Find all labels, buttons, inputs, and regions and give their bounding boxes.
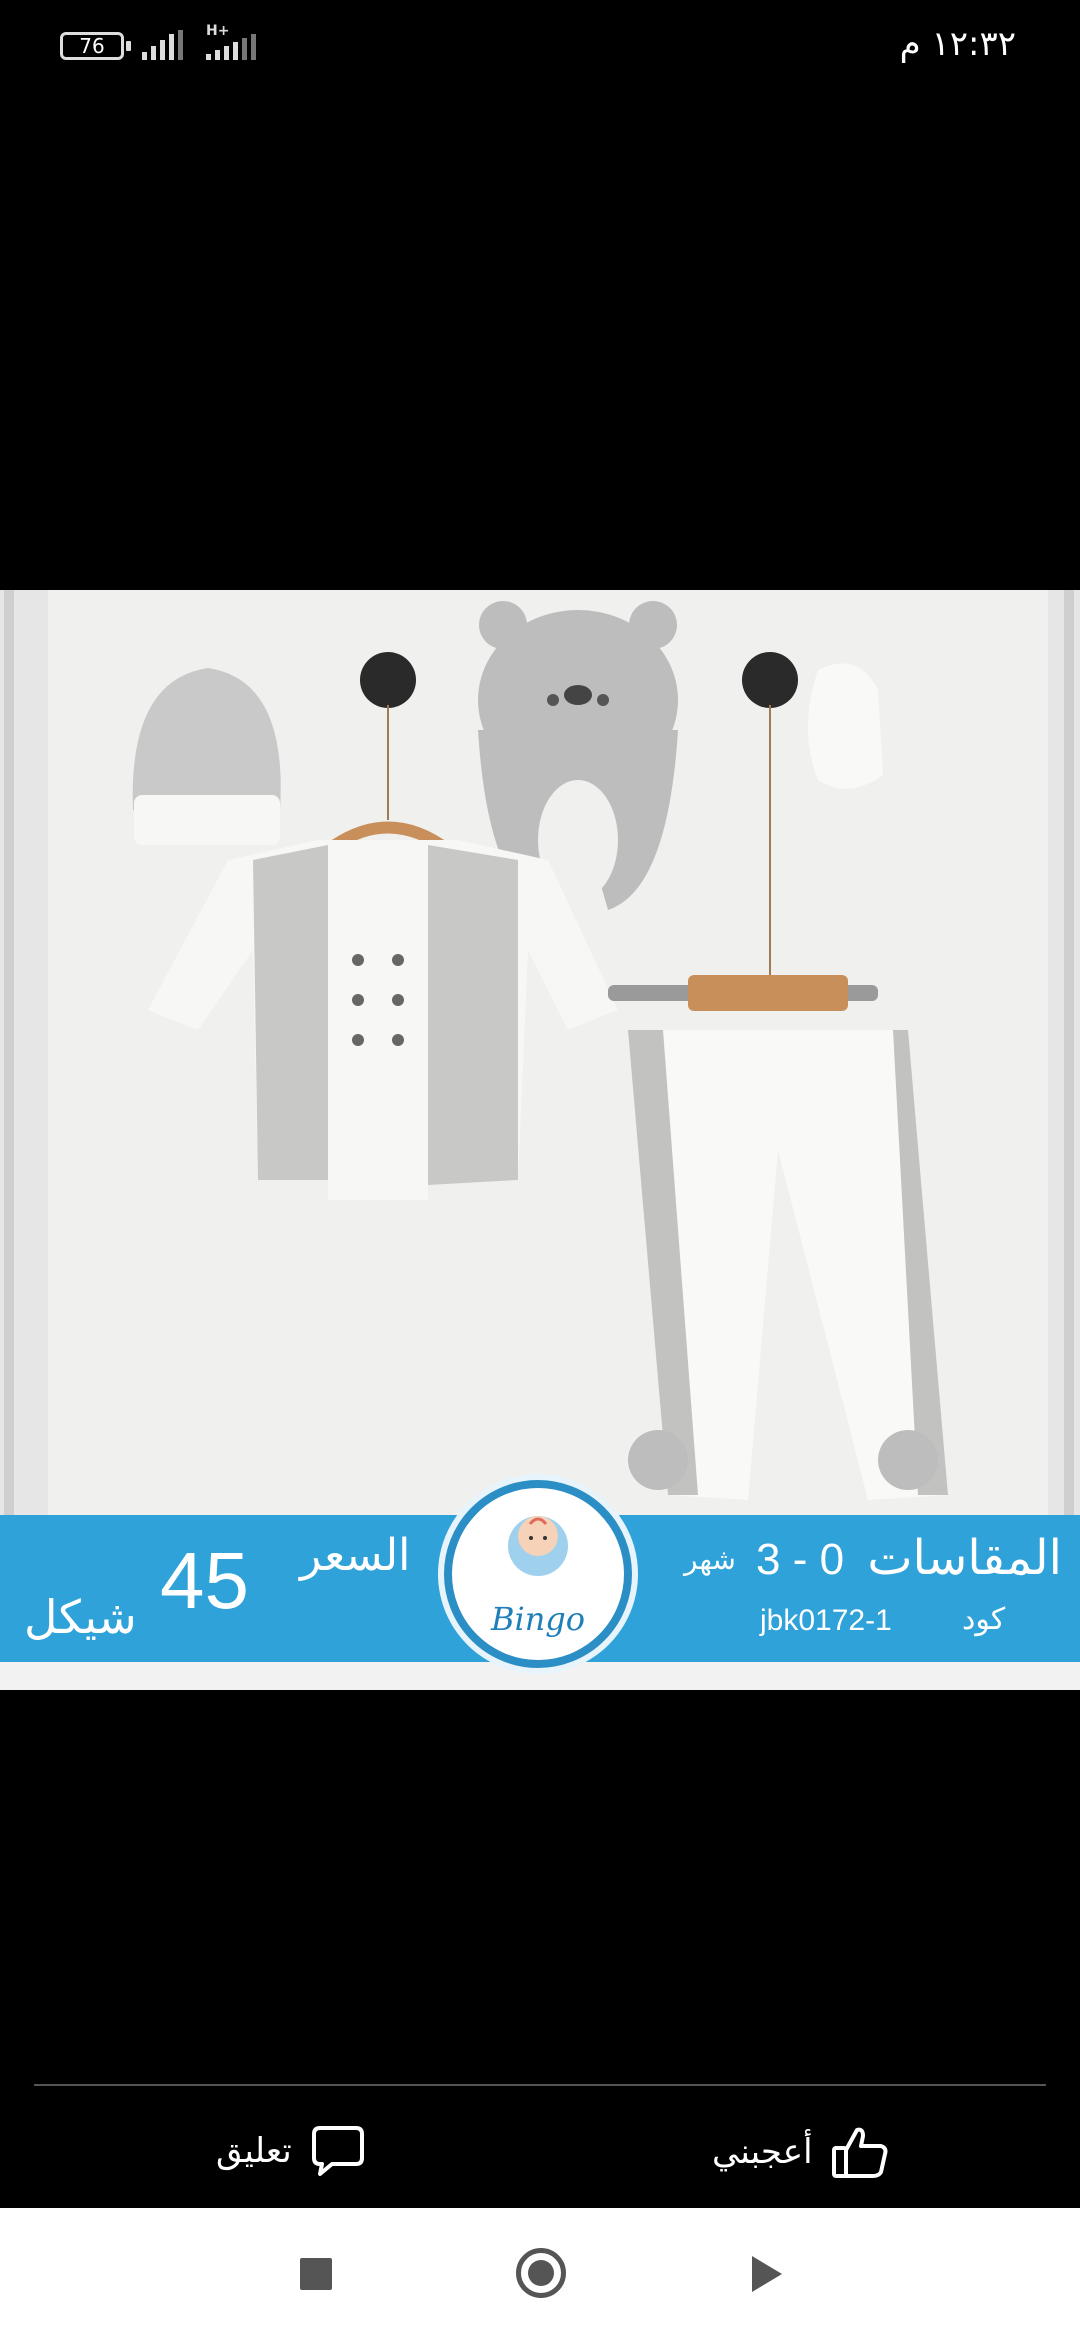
back-button[interactable] bbox=[752, 2256, 782, 2292]
battery-icon: 76 bbox=[60, 32, 124, 60]
battery-level: 76 bbox=[79, 34, 105, 58]
recent-apps-button[interactable] bbox=[300, 2258, 332, 2290]
image-frame-left bbox=[0, 590, 48, 1515]
like-label: أعجبني bbox=[712, 2132, 813, 2172]
thumbs-up-icon bbox=[831, 2127, 888, 2178]
signal-icon bbox=[142, 30, 183, 60]
baby-clothes-set-icon bbox=[132, 601, 948, 1500]
network-type: H+ bbox=[206, 23, 230, 39]
battery-cap bbox=[126, 41, 131, 51]
post-image[interactable] bbox=[0, 590, 1080, 1690]
system-nav-bar bbox=[0, 2208, 1080, 2340]
comment-button[interactable]: تعليق bbox=[216, 2124, 366, 2178]
home-button[interactable] bbox=[516, 2248, 566, 2298]
image-frame-right bbox=[1048, 590, 1080, 1515]
product-photo bbox=[48, 590, 1048, 1515]
comment-bubble-icon bbox=[311, 2126, 364, 2176]
like-button[interactable]: أعجبني bbox=[712, 2124, 889, 2180]
divider bbox=[34, 2084, 1046, 2086]
signal-icon-2 bbox=[206, 34, 256, 60]
status-bar: 76 H+ ١٢:٣٢ م bbox=[0, 0, 1080, 90]
product-info-banner bbox=[0, 1515, 1080, 1662]
comment-label: تعليق bbox=[216, 2131, 292, 2171]
banner-strip bbox=[0, 1662, 1080, 1690]
clock: ١٢:٣٢ م bbox=[899, 24, 1016, 64]
